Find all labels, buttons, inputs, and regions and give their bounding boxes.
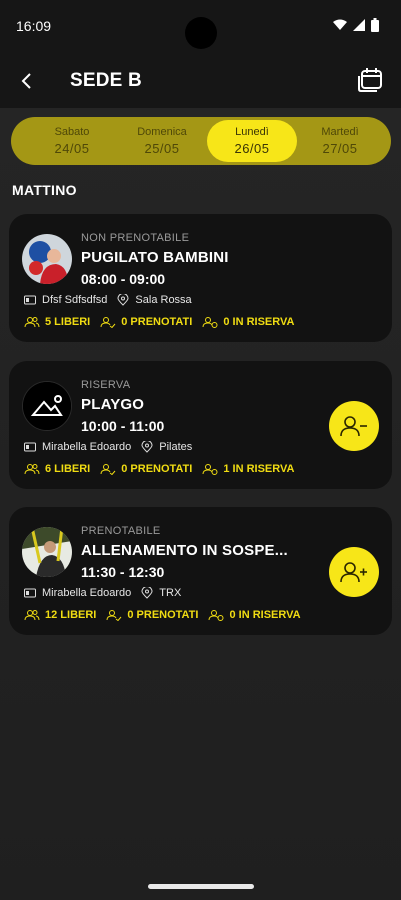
class-title: PLAYGO [81, 396, 145, 413]
camera-cutout [185, 17, 217, 49]
class-time: 11:30 - 12:30 [81, 564, 165, 580]
date-label: 27/05 [322, 141, 358, 156]
id-card-icon [24, 295, 36, 305]
date-label: 24/05 [54, 141, 90, 156]
class-card[interactable]: NON PRENOTABILE PUGILATO BAMBINI 08:00 -… [9, 214, 392, 342]
calendar-icon [358, 68, 382, 92]
user-clock-icon [208, 610, 224, 621]
class-image [22, 234, 72, 284]
user-clock-icon [202, 464, 218, 475]
class-stats: 12 LIBERI 0 PRENOTATI 0 IN RISERVA [24, 609, 301, 621]
day-label: Sabato [54, 126, 90, 138]
class-title: PUGILATO BAMBINI [81, 249, 229, 266]
add-booking-button[interactable] [329, 547, 379, 597]
instructor-name: Mirabella Edoardo [42, 441, 132, 453]
instructor-name: Mirabella Edoardo [42, 587, 132, 599]
day-label: Lunedì [235, 126, 269, 138]
reserve-count: 1 IN RISERVA [223, 463, 295, 475]
class-card[interactable]: RISERVA PLAYGO 10:00 - 11:00 Mirabella E… [9, 361, 392, 489]
booked-count: 0 PRENOTATI [121, 463, 193, 475]
id-card-icon [24, 588, 36, 598]
signal-icon [353, 19, 365, 31]
class-stats: 6 LIBERI 0 PRENOTATI 1 IN RISERVA [24, 463, 294, 475]
date-item-sunday[interactable]: Domenica 25/05 [117, 120, 207, 162]
status-icons [333, 18, 379, 32]
remove-booking-button[interactable] [329, 401, 379, 451]
section-title: MATTINO [12, 182, 77, 198]
date-item-tuesday[interactable]: Martedì 27/05 [295, 120, 385, 162]
status-bar: 16:09 [0, 0, 401, 52]
class-card[interactable]: PRENOTABILE ALLENAMENTO IN SOSPE... 11:3… [9, 507, 392, 635]
room-name: TRX [159, 587, 182, 599]
calendar-button[interactable] [357, 65, 385, 93]
free-count: 6 LIBERI [45, 463, 91, 475]
class-status: PRENOTABILE [81, 525, 161, 537]
date-item-monday[interactable]: Lunedì 26/05 [207, 120, 297, 162]
location-pin-icon [117, 294, 129, 306]
user-check-icon [100, 464, 116, 475]
location-pin-icon [141, 441, 153, 453]
class-title: ALLENAMENTO IN SOSPE... [81, 542, 288, 559]
wifi-icon [333, 19, 347, 30]
booked-count: 0 PRENOTATI [121, 316, 193, 328]
class-time: 10:00 - 11:00 [81, 418, 165, 434]
date-label: 25/05 [144, 141, 180, 156]
users-icon [24, 317, 40, 328]
id-card-icon [24, 442, 36, 452]
class-meta: Mirabella Edoardo Pilates [24, 441, 192, 453]
class-stats: 5 LIBERI 0 PRENOTATI 0 IN RISERVA [24, 316, 294, 328]
user-clock-icon [202, 317, 218, 328]
back-arrow-icon [21, 73, 31, 89]
class-image [22, 381, 72, 431]
user-plus-icon [340, 562, 367, 583]
day-label: Martedì [321, 126, 359, 138]
class-status: NON PRENOTABILE [81, 232, 190, 244]
room-name: Pilates [159, 441, 193, 453]
class-status: RISERVA [81, 379, 131, 391]
user-minus-icon [340, 416, 367, 437]
free-count: 12 LIBERI [45, 609, 97, 621]
date-selector: Sabato 24/05 Domenica 25/05 Lunedì 26/05… [11, 117, 391, 165]
date-item-saturday[interactable]: Sabato 24/05 [27, 120, 117, 162]
users-icon [24, 610, 40, 621]
date-label: 26/05 [234, 141, 270, 156]
room-name: Sala Rossa [135, 294, 192, 306]
back-button[interactable] [14, 68, 40, 94]
class-meta: Dfsf Sdfsdfsd Sala Rossa [24, 294, 192, 306]
user-check-icon [100, 317, 116, 328]
day-label: Domenica [137, 126, 187, 138]
class-meta: Mirabella Edoardo TRX [24, 587, 181, 599]
instructor-name: Dfsf Sdfsdfsd [42, 294, 108, 306]
booked-count: 0 PRENOTATI [127, 609, 199, 621]
status-time: 16:09 [16, 18, 52, 34]
battery-icon [371, 18, 379, 32]
user-check-icon [106, 610, 122, 621]
home-indicator[interactable] [148, 884, 254, 889]
app-bar: SEDE B [0, 52, 401, 108]
reserve-count: 0 IN RISERVA [223, 316, 295, 328]
class-image [22, 527, 72, 577]
page-title: SEDE B [70, 70, 142, 91]
free-count: 5 LIBERI [45, 316, 91, 328]
class-time: 08:00 - 09:00 [81, 271, 166, 287]
users-icon [24, 464, 40, 475]
reserve-count: 0 IN RISERVA [229, 609, 301, 621]
location-pin-icon [141, 587, 153, 599]
